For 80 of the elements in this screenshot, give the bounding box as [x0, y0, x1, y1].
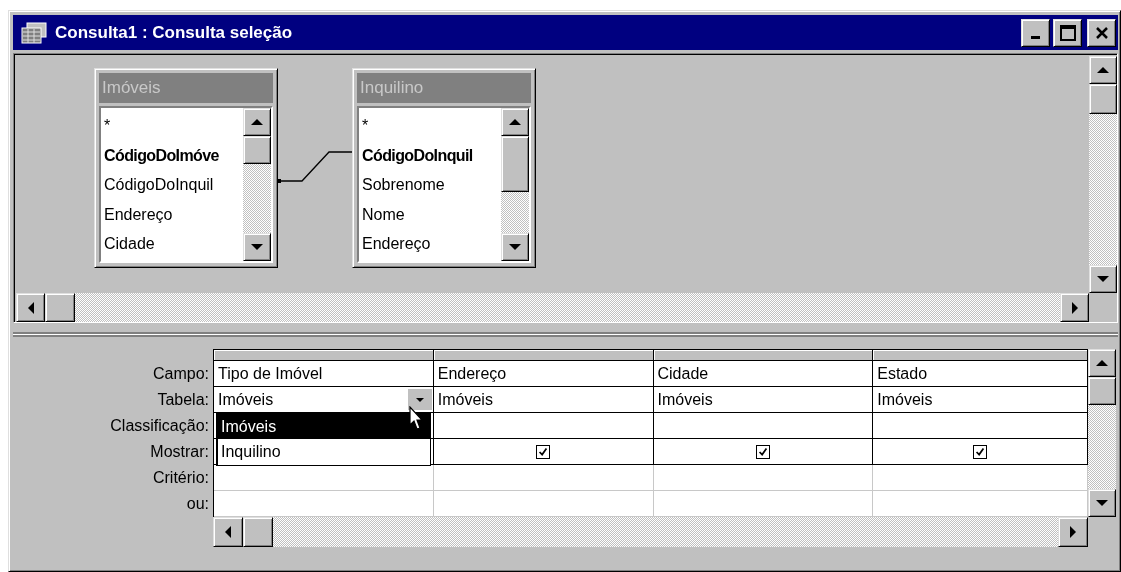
caret-icon: [415, 397, 424, 402]
up-arrow-icon: [251, 119, 263, 125]
table-name[interactable]: Imóveis: [657, 387, 713, 412]
row-label: Critério:: [152, 468, 209, 488]
field-name[interactable]: Tipo de Imóvel: [218, 361, 323, 386]
field-list-window[interactable]: Inquilino * CódigoDoInquil Sobrenome Nome Endereço: [352, 68, 536, 268]
scrollbar-thumb[interactable]: [1088, 377, 1116, 405]
scroll-left-button[interactable]: [16, 293, 45, 322]
maximize-icon: [1059, 24, 1076, 41]
up-arrow-icon: [1097, 67, 1109, 73]
scroll-right-button[interactable]: [1058, 517, 1088, 547]
table-title: Imóveis: [99, 73, 273, 103]
scroll-up-button[interactable]: [1089, 56, 1117, 84]
field-item[interactable]: Endereço: [362, 229, 501, 259]
right-arrow-icon: [1070, 526, 1076, 538]
field-name[interactable]: Cidade: [657, 361, 709, 386]
column-selector[interactable]: [873, 349, 1088, 361]
table-name[interactable]: Imóveis: [437, 387, 493, 412]
down-arrow-icon: [509, 244, 521, 250]
minimize-icon: [1031, 36, 1040, 39]
scroll-up-button[interactable]: [243, 108, 271, 136]
minimize-button[interactable]: [1021, 18, 1050, 47]
down-arrow-icon: [1096, 500, 1108, 506]
grid-cell[interactable]: [873, 413, 1088, 439]
field-item[interactable]: *: [104, 111, 243, 141]
window-title: Consulta1 : Consulta seleção: [55, 22, 294, 43]
grid-cell[interactable]: [433, 413, 654, 439]
up-arrow-icon: [1096, 360, 1108, 366]
field-item[interactable]: CódigoDoInquil: [362, 140, 501, 170]
show-checkbox[interactable]: [536, 445, 551, 459]
app-icon: [21, 21, 47, 44]
field-item[interactable]: CódigoDoInquil: [104, 170, 243, 200]
scroll-down-button[interactable]: [243, 233, 271, 261]
field-item[interactable]: Endereço: [104, 199, 243, 229]
field-item[interactable]: Nome: [362, 199, 501, 229]
table-name[interactable]: Imóveis: [877, 387, 933, 412]
show-checkbox[interactable]: [755, 445, 770, 459]
scrollbar-thumb[interactable]: [243, 517, 273, 547]
table-name[interactable]: Imóveis: [218, 387, 274, 412]
row-label: Tabela:: [156, 390, 209, 410]
down-arrow-icon: [251, 244, 263, 250]
dropdown-option[interactable]: Inquilino: [218, 439, 430, 464]
column-selector[interactable]: [433, 349, 654, 361]
left-arrow-icon: [225, 526, 231, 538]
column-selector[interactable]: [653, 349, 874, 361]
field-item[interactable]: CódigoDoImóve: [104, 140, 243, 170]
close-icon: [1094, 25, 1109, 40]
scroll-down-button[interactable]: [501, 233, 529, 261]
column-selector[interactable]: [214, 349, 434, 361]
dropdown-button[interactable]: [407, 389, 432, 410]
scrollbar-thumb[interactable]: [45, 293, 75, 322]
show-checkbox[interactable]: [973, 445, 988, 459]
row-label: ou:: [185, 494, 209, 514]
close-button[interactable]: [1087, 18, 1116, 47]
field-item[interactable]: Sobrenome: [362, 170, 501, 200]
field-list-window[interactable]: Imóveis * CódigoDoImóve CódigoDoInquil Endereço Cidade: [94, 68, 278, 268]
scroll-left-button[interactable]: [213, 517, 243, 547]
field-name[interactable]: Endereço: [437, 361, 507, 386]
scroll-down-button[interactable]: [1088, 489, 1116, 517]
maximize-button[interactable]: [1053, 18, 1082, 47]
grid-cell[interactable]: [653, 413, 874, 439]
scrollbar-thumb[interactable]: [1089, 84, 1117, 114]
field-name[interactable]: Estado: [877, 361, 928, 386]
right-arrow-icon: [1071, 301, 1078, 314]
table-title: Inquilino: [357, 73, 531, 103]
row-label: Classificação:: [109, 416, 209, 436]
scroll-right-button[interactable]: [1060, 293, 1089, 322]
scroll-up-button[interactable]: [1088, 349, 1116, 377]
row-label: Mostrar:: [149, 442, 209, 462]
row-label: Campo:: [151, 364, 209, 384]
scrollbar-thumb[interactable]: [501, 136, 529, 192]
scroll-up-button[interactable]: [501, 108, 529, 136]
left-arrow-icon: [27, 301, 34, 314]
field-item[interactable]: Cidade: [104, 229, 243, 259]
down-arrow-icon: [1097, 276, 1109, 282]
dropdown-option[interactable]: Imóveis: [218, 414, 430, 439]
up-arrow-icon: [509, 119, 521, 125]
scrollbar-thumb[interactable]: [243, 136, 271, 164]
field-item[interactable]: *: [362, 111, 501, 141]
scroll-down-button[interactable]: [1089, 265, 1117, 293]
